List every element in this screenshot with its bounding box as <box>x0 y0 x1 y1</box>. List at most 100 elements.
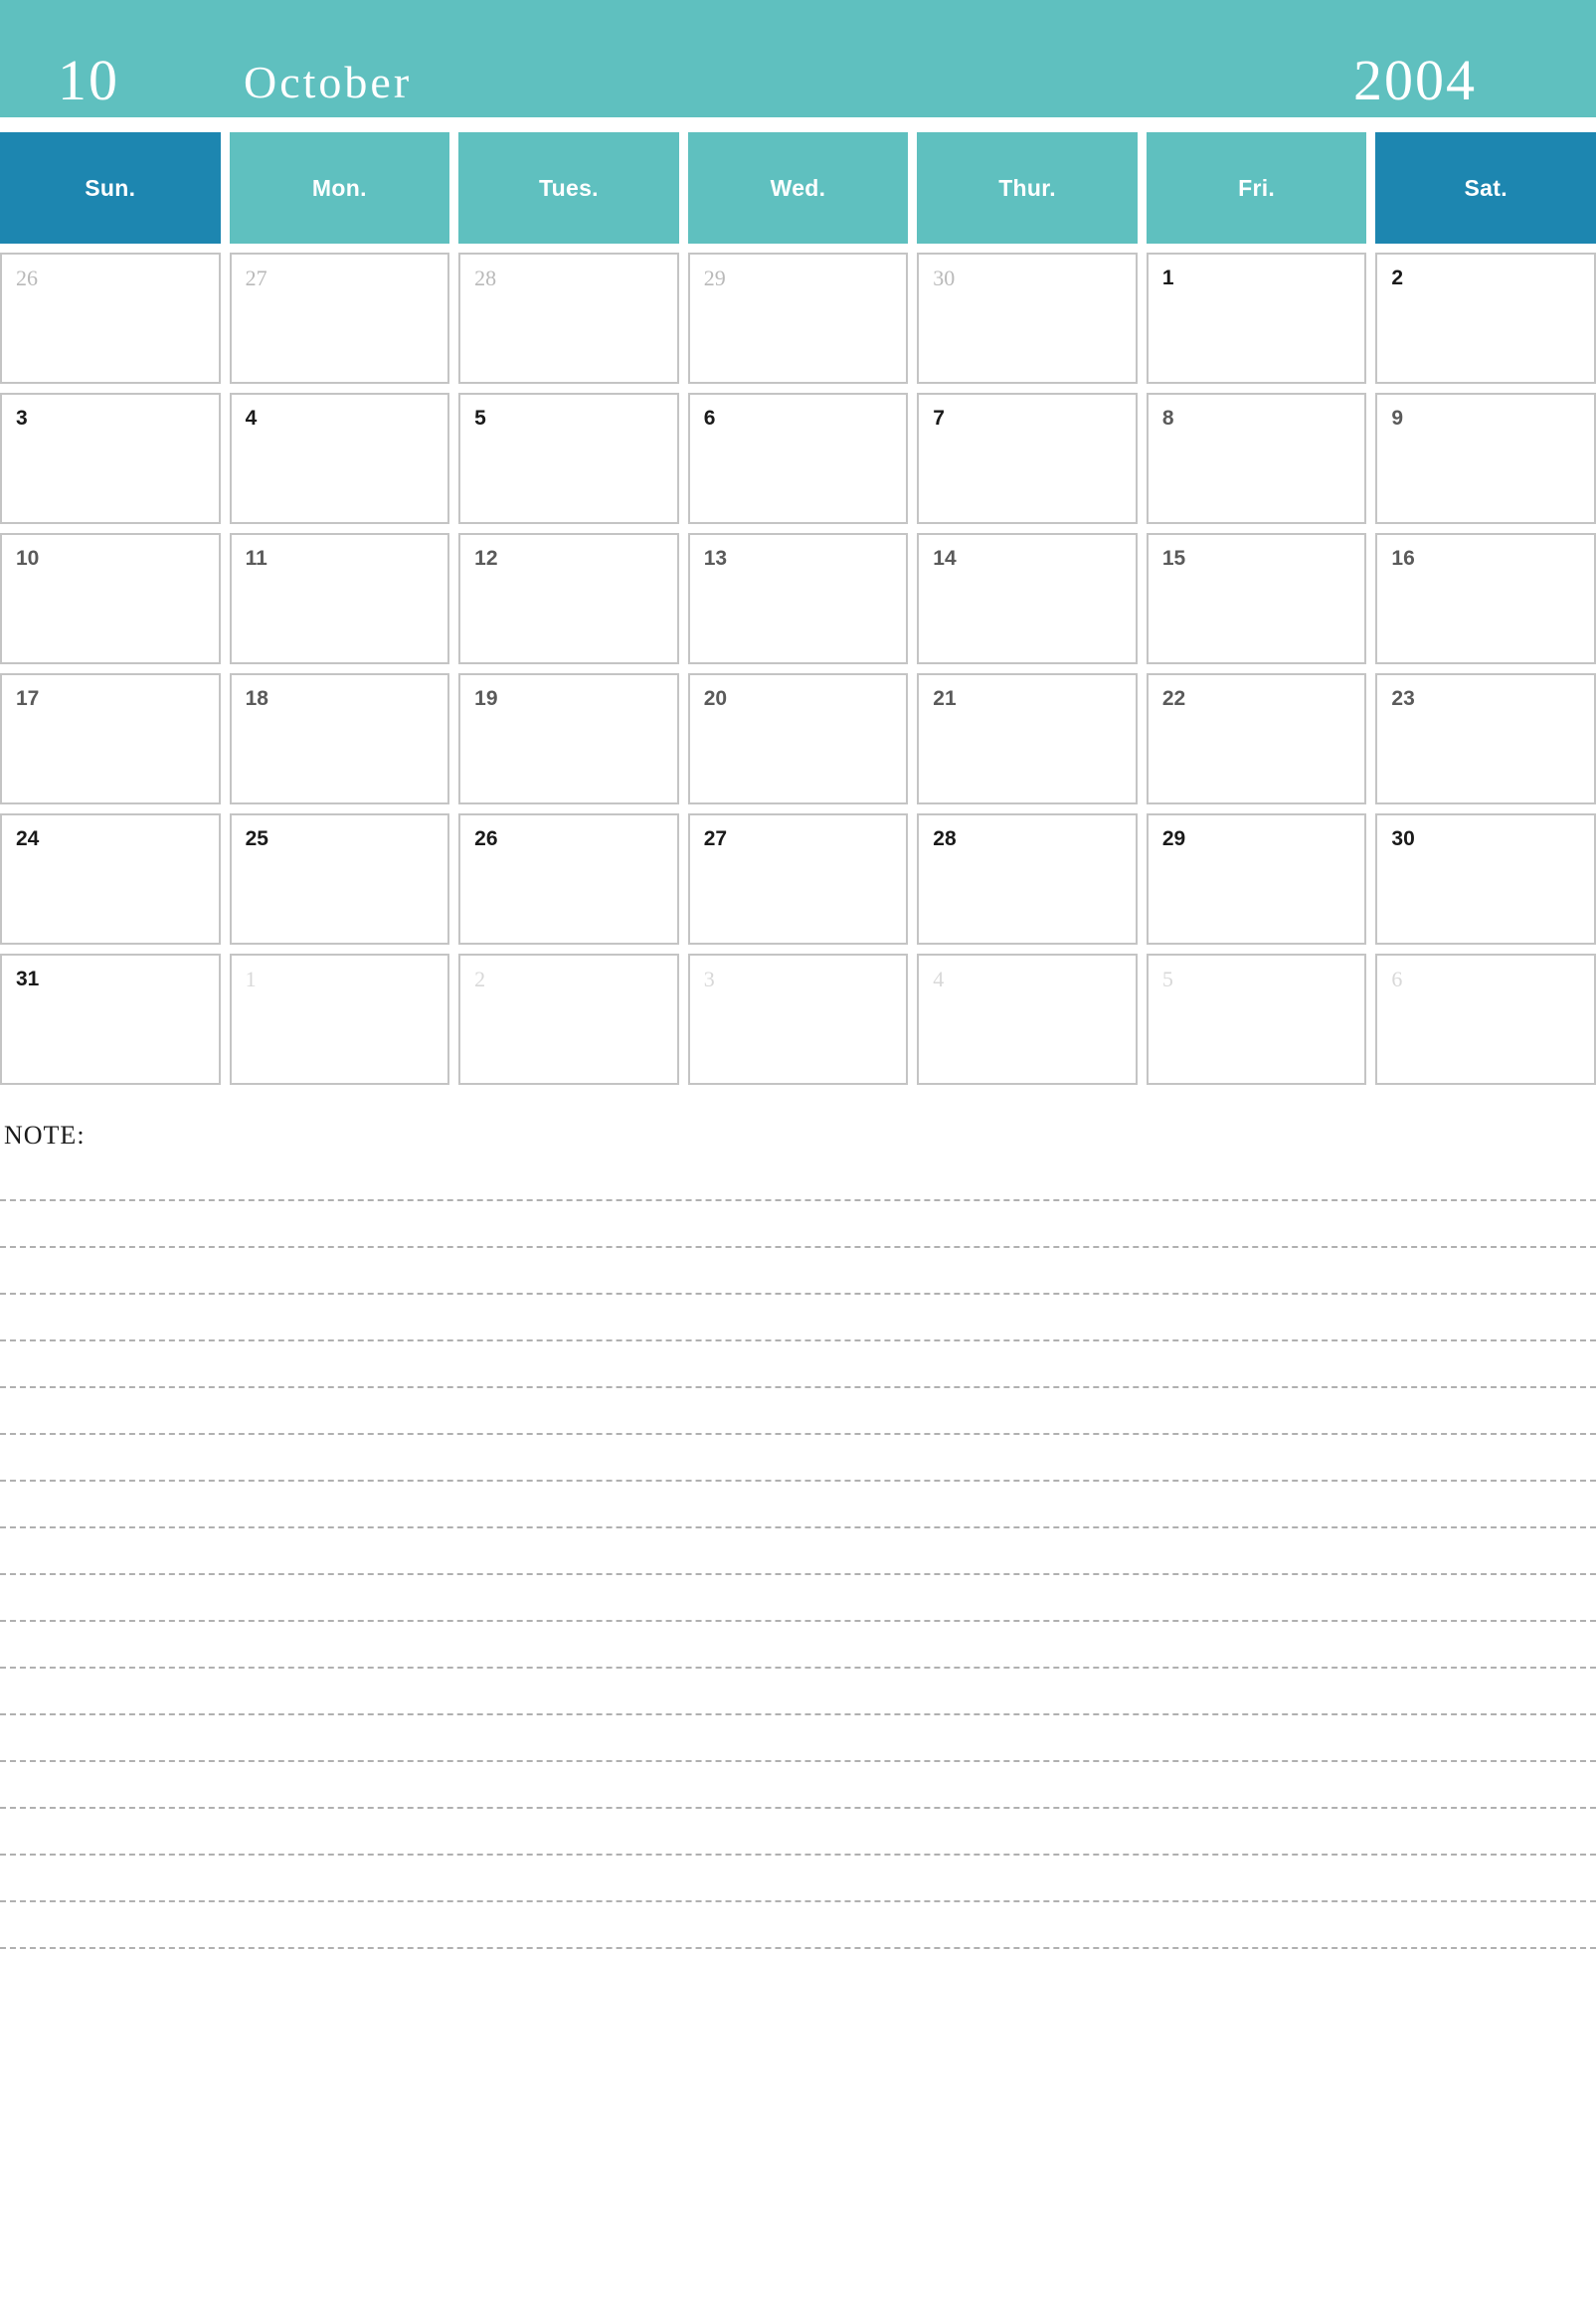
date-number: 27 <box>245 266 267 290</box>
date-cell[interactable]: 28 <box>458 253 679 384</box>
note-line[interactable] <box>0 1435 1596 1482</box>
date-number: 29 <box>703 266 726 290</box>
date-cell[interactable]: 26 <box>0 253 221 384</box>
date-number: 12 <box>474 547 498 570</box>
date-number: 6 <box>1391 967 1403 991</box>
date-number: 26 <box>474 827 498 850</box>
date-number: 3 <box>16 407 28 430</box>
note-line[interactable] <box>0 1248 1596 1295</box>
date-cell[interactable]: 17 <box>0 673 221 804</box>
date-number: 10 <box>16 547 40 570</box>
date-number: 11 <box>245 547 267 570</box>
date-cell[interactable]: 29 <box>687 253 909 384</box>
date-cell[interactable]: 5 <box>1146 954 1367 1085</box>
weekday-label: Sat. <box>1464 174 1507 201</box>
date-number: 17 <box>16 687 40 710</box>
note-line[interactable] <box>0 1902 1596 1949</box>
date-number: 9 <box>1391 407 1404 430</box>
date-number: 26 <box>16 266 38 290</box>
note-line[interactable] <box>0 1715 1596 1762</box>
date-cell[interactable]: 28 <box>917 813 1138 945</box>
weekday-header-row: Sun. Mon. Tues. Wed. Thur. Fri. Sat. <box>0 132 1596 244</box>
date-number: 31 <box>16 968 40 990</box>
date-number: 14 <box>933 547 957 570</box>
date-cell[interactable]: 2 <box>1375 253 1596 384</box>
note-line[interactable] <box>0 1669 1596 1715</box>
date-cell[interactable]: 23 <box>1375 673 1596 804</box>
year-label: 2004 <box>1353 48 1477 112</box>
date-cell[interactable]: 11 <box>229 533 450 664</box>
date-number: 5 <box>1161 967 1173 991</box>
date-cell[interactable]: 2 <box>458 954 679 1085</box>
date-number: 19 <box>474 687 498 710</box>
date-number: 6 <box>703 407 716 430</box>
weekday-header-tues: Tues. <box>458 132 679 244</box>
weekday-label: Fri. <box>1238 174 1276 201</box>
date-cell[interactable]: 16 <box>1375 533 1596 664</box>
date-cell[interactable]: 31 <box>0 954 221 1085</box>
date-cell[interactable]: 24 <box>0 813 221 945</box>
note-line[interactable] <box>0 1295 1596 1341</box>
note-line[interactable] <box>0 1762 1596 1809</box>
note-line[interactable] <box>0 1388 1596 1435</box>
date-cell[interactable]: 20 <box>687 673 909 804</box>
date-cell[interactable]: 8 <box>1146 393 1367 524</box>
note-lines-container[interactable] <box>0 1155 1596 1949</box>
month-number: 10 <box>58 48 119 112</box>
date-number: 13 <box>703 547 728 570</box>
date-cell[interactable]: 30 <box>1375 813 1596 945</box>
date-number: 24 <box>16 827 40 850</box>
note-line[interactable] <box>0 1622 1596 1669</box>
date-cell[interactable]: 6 <box>1375 954 1596 1085</box>
calendar-date-grid: 26 27 28 29 30 1 2 3 4 5 6 7 8 9 10 11 12 13 14 15 16 17 18 19 2… <box>0 253 1596 1085</box>
date-cell[interactable]: 3 <box>0 393 221 524</box>
date-cell[interactable]: 27 <box>687 813 909 945</box>
note-line[interactable] <box>0 1856 1596 1902</box>
weekday-label: Mon. <box>311 174 367 201</box>
date-cell[interactable]: 4 <box>917 954 1138 1085</box>
date-number: 21 <box>933 687 957 710</box>
note-line[interactable] <box>0 1482 1596 1528</box>
weekday-header-fri: Fri. <box>1146 132 1367 244</box>
date-cell[interactable]: 15 <box>1146 533 1367 664</box>
date-cell[interactable]: 12 <box>458 533 679 664</box>
date-cell[interactable]: 6 <box>687 393 909 524</box>
note-line[interactable] <box>0 1155 1596 1201</box>
date-number: 1 <box>245 967 257 991</box>
date-cell[interactable]: 1 <box>229 954 450 1085</box>
note-line[interactable] <box>0 1809 1596 1856</box>
note-label: NOTE: <box>4 1121 86 1150</box>
date-number: 25 <box>245 827 268 850</box>
date-cell[interactable]: 3 <box>687 954 909 1085</box>
note-line[interactable] <box>0 1201 1596 1248</box>
date-cell[interactable]: 21 <box>917 673 1138 804</box>
date-number: 3 <box>703 967 715 991</box>
note-line[interactable] <box>0 1575 1596 1622</box>
weekday-label: Wed. <box>770 174 826 201</box>
date-cell[interactable]: 5 <box>458 393 679 524</box>
note-line[interactable] <box>0 1341 1596 1388</box>
weekday-header-mon: Mon. <box>229 132 450 244</box>
weekday-header-wed: Wed. <box>687 132 909 244</box>
date-cell[interactable]: 10 <box>0 533 221 664</box>
date-cell[interactable]: 30 <box>917 253 1138 384</box>
date-number: 30 <box>933 266 956 290</box>
note-line[interactable] <box>0 1528 1596 1575</box>
date-cell[interactable]: 4 <box>229 393 450 524</box>
date-number: 2 <box>1391 267 1404 289</box>
date-cell[interactable]: 19 <box>458 673 679 804</box>
date-cell[interactable]: 26 <box>458 813 679 945</box>
month-header-banner: 10 October 2004 <box>0 0 1596 117</box>
date-cell[interactable]: 9 <box>1375 393 1596 524</box>
date-number: 28 <box>474 266 497 290</box>
date-cell[interactable]: 18 <box>229 673 450 804</box>
date-cell[interactable]: 27 <box>229 253 450 384</box>
date-cell[interactable]: 14 <box>917 533 1138 664</box>
note-section: NOTE: <box>0 1123 1596 1949</box>
date-cell[interactable]: 22 <box>1146 673 1367 804</box>
date-cell[interactable]: 1 <box>1146 253 1367 384</box>
date-cell[interactable]: 25 <box>229 813 450 945</box>
date-cell[interactable]: 29 <box>1146 813 1367 945</box>
date-cell[interactable]: 13 <box>687 533 909 664</box>
date-cell[interactable]: 7 <box>917 393 1138 524</box>
